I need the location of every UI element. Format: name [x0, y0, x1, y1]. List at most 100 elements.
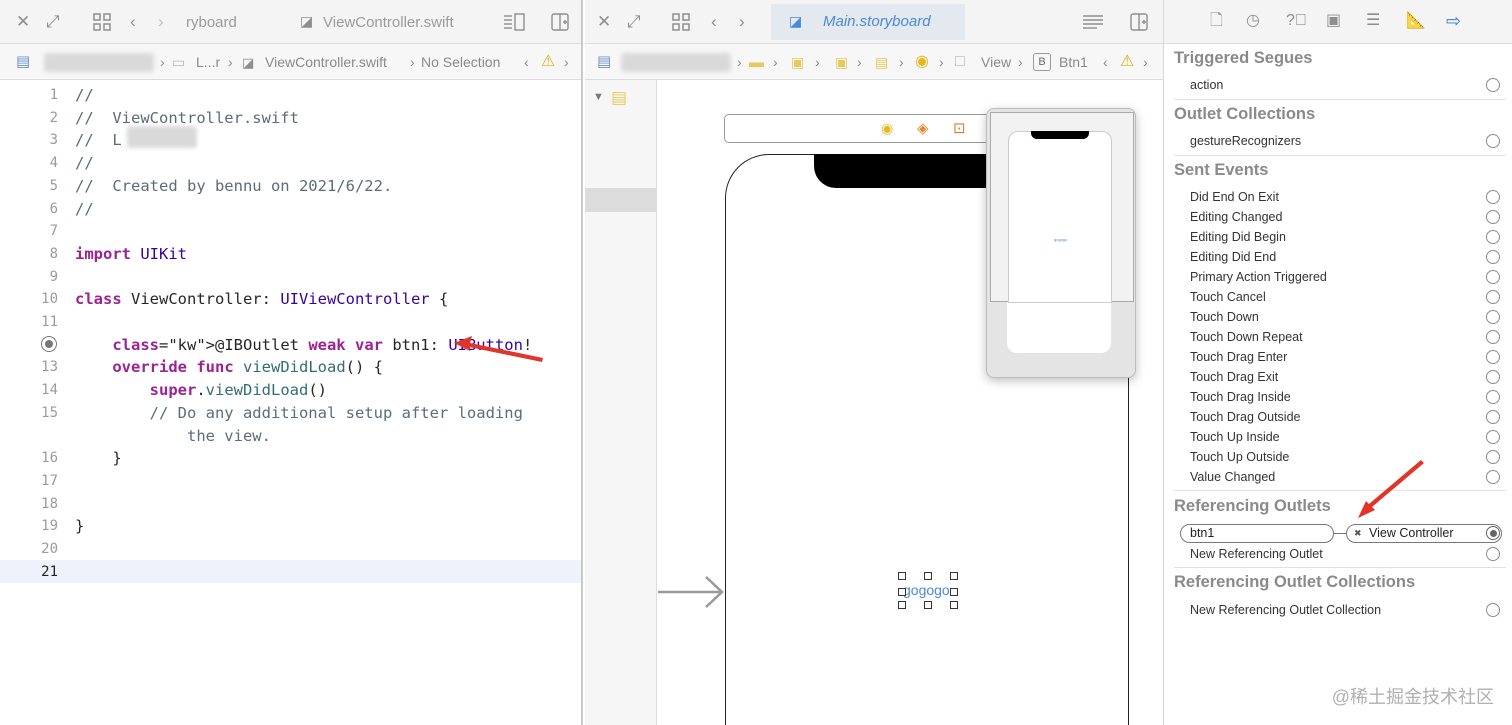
code-line[interactable]: // L	[75, 131, 122, 149]
connection-circle-icon[interactable]	[1486, 370, 1500, 384]
code-line[interactable]: import UIKit	[75, 245, 187, 263]
add-editor-icon[interactable]	[1129, 12, 1149, 32]
outline-selected-row[interactable]	[585, 188, 656, 212]
tab-main-storyboard[interactable]: ◪ Main.storyboard	[771, 4, 965, 40]
connection-circle-icon[interactable]	[1486, 270, 1500, 284]
connection-circle-icon[interactable]	[1486, 450, 1500, 464]
code-area[interactable]: 1 // 2 // ViewController.swift 3 // L 4 // 5 // C…	[0, 80, 581, 725]
jumpbar-separator: ›	[160, 54, 165, 70]
expand-icon[interactable]: ⤢	[46, 13, 60, 30]
tab-storyboard[interactable]: ryboard	[186, 8, 237, 38]
forward-chevron-icon[interactable]: ›	[158, 13, 164, 30]
code-line[interactable]: //	[75, 86, 94, 104]
view-controller-icon[interactable]: ◉	[881, 120, 893, 137]
grid-icon[interactable]	[671, 12, 691, 32]
code-line[interactable]: class="kw">@IBOutlet weak var btn1: UIBu…	[75, 336, 532, 354]
code-line[interactable]: //	[75, 154, 94, 172]
connection-circle-icon[interactable]	[1486, 390, 1500, 404]
redacted-crumb	[621, 53, 731, 72]
connection-circle-icon[interactable]	[1486, 78, 1500, 92]
middle-jump-bar: ▤ › ▬ › ▣ › ▣ › ▤ › ◉ › □ View › B Btn1 …	[585, 44, 1163, 80]
close-icon[interactable]: ✕	[597, 13, 611, 30]
resize-handle[interactable]	[898, 572, 906, 580]
connection-line	[1334, 533, 1346, 535]
code-line[interactable]: // ViewController.swift	[75, 109, 299, 127]
issue-prev-chevron[interactable]: ‹	[524, 44, 529, 80]
code-line[interactable]: super.viewDidLoad()	[75, 381, 327, 399]
connection-circle-icon[interactable]	[1486, 350, 1500, 364]
disclosure-chevron-icon[interactable]: ▼	[593, 92, 604, 103]
connection-circle-icon[interactable]	[1486, 547, 1500, 561]
connection-circle-icon[interactable]	[1486, 134, 1500, 148]
issue-next-chevron[interactable]: ›	[564, 44, 569, 80]
code-line[interactable]: // Do any additional setup after loading	[75, 404, 523, 422]
entry-point-arrow-icon[interactable]	[658, 574, 728, 610]
connection-circle-icon[interactable]	[1486, 603, 1500, 617]
storyboard-canvas[interactable]: ◉ ◈ ⊡ gogogo gogogo	[658, 80, 1163, 725]
expand-icon[interactable]: ⤢	[627, 13, 641, 30]
resize-handle[interactable]	[950, 601, 958, 609]
storyboard-icon: ▣	[835, 54, 849, 70]
back-chevron-icon[interactable]: ‹	[711, 13, 717, 30]
editor-options-icon[interactable]	[502, 12, 526, 32]
code-line[interactable]: class ViewController: UIViewController {	[75, 290, 448, 308]
remove-connection-icon[interactable]: ✖	[1354, 525, 1362, 542]
issue-prev-chevron[interactable]: ‹	[1103, 44, 1108, 80]
current-line-highlight	[0, 560, 581, 583]
connection-circle-icon[interactable]	[1486, 290, 1500, 304]
line-number: 16	[41, 450, 58, 467]
connection-circle-icon[interactable]	[1486, 310, 1500, 324]
outlet-name-pill[interactable]: btn1	[1180, 524, 1334, 543]
jumpbar-view[interactable]: View	[981, 44, 1011, 80]
code-line[interactable]: }	[75, 449, 121, 467]
project-icon[interactable]: ▤	[597, 54, 611, 69]
outlet-target-pill[interactable]: ✖ View Controller	[1346, 524, 1502, 543]
warning-icon[interactable]: ⚠	[1120, 54, 1134, 70]
connection-circle-icon[interactable]	[1486, 230, 1500, 244]
connection-circle-icon[interactable]	[1486, 190, 1500, 204]
line-number: 8	[49, 245, 58, 262]
exit-icon[interactable]: ⊡	[953, 119, 966, 137]
connection-circle-icon[interactable]	[1486, 430, 1500, 444]
code-line[interactable]: }	[75, 517, 84, 535]
scene-icon[interactable]: ▤	[611, 89, 627, 106]
connection-circle-icon[interactable]	[1486, 250, 1500, 264]
line-number: 9	[49, 268, 58, 285]
jumpbar-folder[interactable]: L...r	[196, 44, 220, 80]
line-number: 1	[49, 87, 58, 103]
grid-icon[interactable]	[92, 12, 112, 32]
connection-circle-icon[interactable]	[1486, 210, 1500, 224]
issue-next-chevron[interactable]: ›	[1143, 44, 1148, 80]
back-chevron-icon[interactable]: ‹	[130, 13, 136, 30]
section-referencing-outlet-collections: Referencing Outlet Collections	[1174, 573, 1416, 591]
code-line[interactable]: //	[75, 200, 94, 218]
outlet-connection-icon[interactable]	[41, 336, 57, 352]
code-line[interactable]: // Created by bennu on 2021/6/22.	[75, 177, 392, 195]
first-responder-icon[interactable]: ◈	[917, 119, 929, 137]
forward-chevron-icon[interactable]: ›	[739, 13, 745, 30]
connections-inspector: 🗋 ◷ ?⃝ ▣ ☰ 📐 ⇨ Triggered Segues action Out…	[1163, 0, 1512, 725]
warning-icon[interactable]: ⚠	[541, 54, 555, 70]
resize-handle[interactable]	[898, 601, 906, 609]
connection-circle-icon[interactable]	[1486, 470, 1500, 484]
jumpbar-file[interactable]: ViewController.swift	[265, 44, 387, 80]
connection-circle-icon[interactable]	[1486, 330, 1500, 344]
code-line[interactable]: the view.	[75, 427, 271, 445]
resize-handle[interactable]	[924, 601, 932, 609]
resize-handle[interactable]	[950, 588, 958, 596]
code-line[interactable]: override func viewDidLoad() {	[75, 358, 383, 376]
connection-circle-icon[interactable]	[1486, 410, 1500, 424]
drag-preview: gogogo	[986, 108, 1136, 378]
add-editor-icon[interactable]	[550, 12, 570, 32]
resize-handle[interactable]	[950, 572, 958, 580]
resize-handle[interactable]	[898, 588, 906, 596]
connected-circle-icon[interactable]	[1486, 526, 1500, 540]
editor-options-icon[interactable]	[1081, 12, 1105, 32]
btn1-button[interactable]: gogogo	[898, 572, 958, 609]
jumpbar-button[interactable]: Btn1	[1059, 44, 1088, 80]
tab-viewcontroller[interactable]: ViewController.swift	[323, 8, 454, 38]
resize-handle[interactable]	[924, 572, 932, 580]
jumpbar-selection[interactable]: No Selection	[421, 44, 500, 80]
project-icon[interactable]: ▤	[16, 54, 30, 69]
close-icon[interactable]: ✕	[16, 13, 30, 30]
